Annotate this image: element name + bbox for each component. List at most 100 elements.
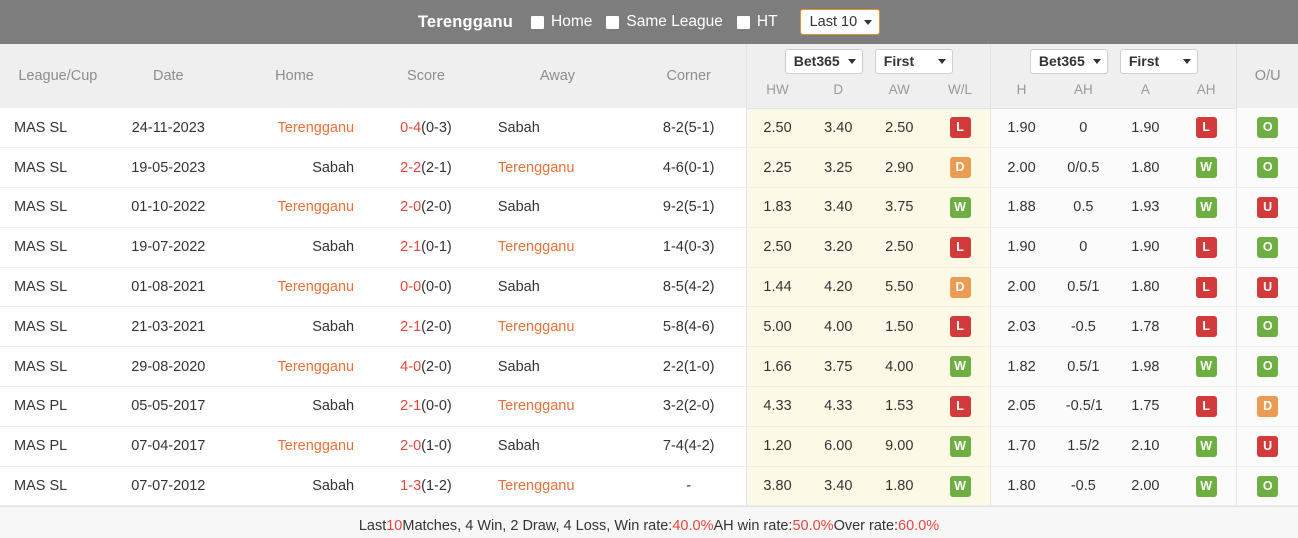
cell-ah-result: W	[1175, 147, 1237, 189]
cell-corner: -	[631, 466, 747, 507]
cell-home-team[interactable]: Sabah	[220, 147, 369, 189]
cell-wl-result: W	[929, 466, 991, 507]
badge-L: L	[1195, 117, 1217, 139]
badge-O: O	[1257, 236, 1279, 258]
summary-over-rate: 60.0%	[898, 517, 940, 534]
table-row[interactable]: MAS SL 07-07-2012 Sabah 1-3(1-2) Terengganu -…	[0, 466, 1298, 507]
cell-home-team[interactable]: Terengganu	[220, 426, 369, 467]
cell-score[interactable]: 0-0(0-0)	[368, 267, 484, 308]
cell-away-team[interactable]: Terengganu	[483, 227, 632, 268]
cell-score[interactable]: 2-1(0-1)	[368, 227, 484, 268]
odds-period-select[interactable]: First	[874, 48, 953, 74]
cell-away-team[interactable]: Sabah	[483, 108, 632, 149]
cell-home-team[interactable]: Terengganu	[220, 187, 369, 228]
table-row[interactable]: MAS SL 24-11-2023 Terengganu 0-4(0-3) Sabah 8…	[0, 108, 1298, 149]
filter-same-league[interactable]: Same League	[606, 13, 723, 31]
ht-checkbox[interactable]	[736, 15, 750, 29]
cell-odds-aw: 1.80	[868, 466, 930, 507]
score-fulltime: 0-0	[400, 279, 422, 296]
cell-away-team[interactable]: Sabah	[483, 346, 632, 388]
cell-ah-line: -0.5	[1051, 466, 1115, 507]
cell-odds-hw: 1.66	[746, 346, 808, 388]
cell-away-team[interactable]: Terengganu	[483, 306, 632, 348]
cell-ah-line: -0.5/1	[1051, 386, 1115, 427]
cell-ah-line: 0	[1051, 227, 1115, 268]
cell-league: MAS SL	[0, 306, 116, 348]
cell-score[interactable]: 4-0(2-0)	[368, 346, 484, 388]
score-fulltime: 2-1	[400, 398, 422, 415]
cell-score[interactable]: 1-3(1-2)	[368, 466, 484, 507]
cell-score[interactable]: 2-0(1-0)	[368, 426, 484, 467]
cell-wl-result: L	[929, 306, 991, 348]
cell-ou-result: O	[1236, 306, 1298, 348]
cell-ah-line: 0.5/1	[1051, 346, 1115, 388]
summary-win-rate: 40.0%	[672, 517, 714, 534]
filter-ht-label: HT	[756, 13, 778, 30]
cell-ou-result: U	[1236, 187, 1298, 228]
cell-odds-hw: 3.80	[746, 466, 808, 507]
cell-odds-d: 3.20	[807, 227, 869, 268]
cell-league: MAS SL	[0, 187, 116, 228]
cell-home-team[interactable]: Sabah	[220, 386, 369, 427]
cell-score[interactable]: 0-4(0-3)	[368, 108, 484, 149]
cell-odds-hw: 4.33	[746, 386, 808, 427]
cell-home-team[interactable]: Terengganu	[220, 108, 369, 149]
table-row[interactable]: MAS SL 01-10-2022 Terengganu 2-0(2-0) Sabah 9…	[0, 187, 1298, 228]
score-halftime: (2-0)	[421, 199, 452, 216]
cell-ou-result: O	[1236, 346, 1298, 388]
badge-W: W	[949, 196, 971, 218]
match-range-select[interactable]: Last 10	[799, 9, 881, 35]
cell-home-team[interactable]: Sabah	[220, 466, 369, 507]
badge-U: U	[1257, 196, 1279, 218]
cell-home-team[interactable]: Sabah	[220, 306, 369, 348]
cell-league: MAS SL	[0, 346, 116, 388]
score-halftime: (0-1)	[421, 239, 452, 256]
cell-league: MAS SL	[0, 466, 116, 507]
cell-ah-result: L	[1175, 227, 1237, 268]
score-fulltime: 2-1	[400, 239, 422, 256]
cell-away-team[interactable]: Terengganu	[483, 466, 632, 507]
summary-ah-win-rate: 50.0%	[792, 517, 834, 534]
table-row[interactable]: MAS SL 29-08-2020 Terengganu 4-0(2-0) Sabah 2…	[0, 346, 1298, 388]
cell-away-team[interactable]: Sabah	[483, 187, 632, 228]
table-row[interactable]: MAS PL 05-05-2017 Sabah 2-1(0-0) Terengganu 3…	[0, 386, 1298, 427]
cell-away-team[interactable]: Sabah	[483, 426, 632, 467]
cell-home-team[interactable]: Terengganu	[220, 267, 369, 308]
cell-score[interactable]: 2-1(2-0)	[368, 306, 484, 348]
cell-score[interactable]: 2-0(2-0)	[368, 187, 484, 228]
score-fulltime: 0-4	[400, 119, 422, 136]
cell-score[interactable]: 2-2(2-1)	[368, 147, 484, 189]
cell-odds-aw: 1.53	[868, 386, 930, 427]
ah-period-select[interactable]: First	[1119, 48, 1198, 74]
badge-O: O	[1257, 157, 1279, 179]
home-checkbox[interactable]	[531, 15, 545, 29]
col-date: Date	[115, 44, 221, 108]
table-row[interactable]: MAS SL 01-08-2021 Terengganu 0-0(0-0) Sabah 8…	[0, 267, 1298, 308]
cell-home-team[interactable]: Terengganu	[220, 346, 369, 388]
table-row[interactable]: MAS SL 19-05-2023 Sabah 2-2(2-1) Terengganu 4…	[0, 147, 1298, 189]
odds-group-header: Bet365 First	[746, 44, 991, 78]
filter-ht[interactable]: HT	[736, 13, 778, 31]
cell-wl-result: W	[929, 346, 991, 388]
cell-away-team[interactable]: Sabah	[483, 267, 632, 308]
col-a: A	[1114, 78, 1176, 109]
filter-home[interactable]: Home	[531, 13, 592, 31]
score-halftime: (0-0)	[421, 279, 452, 296]
cell-away-team[interactable]: Terengganu	[483, 147, 632, 189]
cell-score[interactable]: 2-1(0-0)	[368, 386, 484, 427]
odds-period-value: First	[883, 53, 915, 69]
cell-corner: 4-6(0-1)	[631, 147, 747, 189]
table-row[interactable]: MAS SL 21-03-2021 Sabah 2-1(2-0) Terengganu 5…	[0, 306, 1298, 348]
ah-bookmaker-select[interactable]: Bet365	[1029, 48, 1108, 74]
same-league-checkbox[interactable]	[606, 15, 620, 29]
cell-ah-home-odds: 1.82	[990, 346, 1052, 388]
cell-home-team[interactable]: Sabah	[220, 227, 369, 268]
cell-ah-away-odds: 1.80	[1114, 147, 1176, 189]
cell-corner: 7-4(4-2)	[631, 426, 747, 467]
odds-bookmaker-select[interactable]: Bet365	[784, 48, 863, 74]
table-row[interactable]: MAS PL 07-04-2017 Terengganu 2-0(1-0) Sabah 7…	[0, 426, 1298, 467]
cell-ou-result: O	[1236, 147, 1298, 189]
table-row[interactable]: MAS SL 19-07-2022 Sabah 2-1(0-1) Terengganu 1…	[0, 227, 1298, 268]
cell-ah-home-odds: 2.00	[990, 267, 1052, 308]
cell-away-team[interactable]: Terengganu	[483, 386, 632, 427]
